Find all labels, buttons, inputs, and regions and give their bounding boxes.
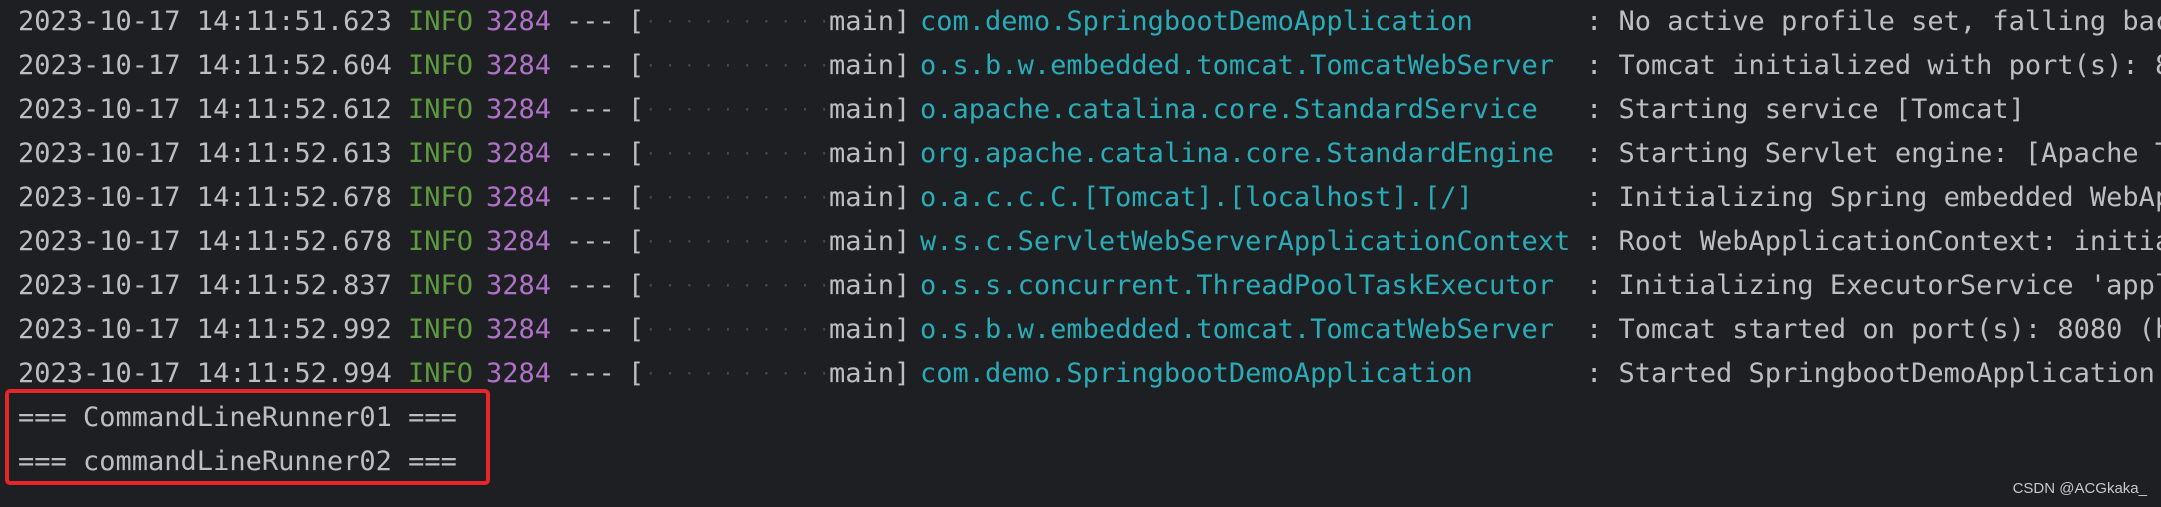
thread-padding: · · · · · · · · · · · · · · · — [646, 232, 829, 251]
thread-bracket-open: [ — [628, 50, 645, 81]
thread-bracket-close: ] — [894, 226, 911, 257]
log-timestamp: 2023-10-17 14:11:52.837 — [18, 270, 392, 301]
log-pid: 3284 — [486, 270, 552, 301]
log-line: 2023-10-17 14:11:52.613 INFO 3284 --- [· · ·… — [18, 132, 2161, 176]
highlight-box — [5, 389, 490, 485]
thread-padding: · · · · · · · · · · · · · · · — [646, 12, 829, 31]
log-thread: main — [829, 314, 895, 345]
thread-padding: · · · · · · · · · · · · · · · — [646, 364, 829, 383]
log-level: INFO — [408, 226, 474, 257]
log-pid: 3284 — [486, 50, 552, 81]
log-separator: --- — [566, 50, 615, 81]
thread-bracket-open: [ — [628, 314, 645, 345]
log-message: : Root WebApplicationContext: initia — [1586, 226, 2161, 257]
log-separator: --- — [566, 182, 615, 213]
log-level: INFO — [408, 182, 474, 213]
log-separator: --- — [566, 226, 615, 257]
log-thread: main — [829, 50, 895, 81]
log-pid: 3284 — [486, 226, 552, 257]
thread-padding: · · · · · · · · · · · · · · · — [646, 276, 829, 295]
log-thread: main — [829, 226, 895, 257]
thread-padding: · · · · · · · · · · · · · · · — [646, 100, 829, 119]
log-level: INFO — [408, 270, 474, 301]
thread-bracket-open: [ — [628, 6, 645, 37]
log-line: 2023-10-17 14:11:52.837 INFO 3284 --- [· · ·… — [18, 264, 2161, 308]
log-message: : Started SpringbootDemoApplication — [1586, 358, 2155, 389]
log-logger: org.apache.catalina.core.StandardEngine — [920, 138, 1554, 169]
thread-bracket-close: ] — [894, 182, 911, 213]
log-thread: main — [829, 182, 895, 213]
log-timestamp: 2023-10-17 14:11:52.604 — [18, 50, 392, 81]
thread-padding: · · · · · · · · · · · · · · · — [646, 320, 829, 339]
thread-bracket-open: [ — [628, 358, 645, 389]
thread-bracket-close: ] — [894, 358, 911, 389]
log-timestamp: 2023-10-17 14:11:52.613 — [18, 138, 392, 169]
thread-bracket-open: [ — [628, 94, 645, 125]
log-separator: --- — [566, 138, 615, 169]
log-message: : Starting service [Tomcat] — [1586, 94, 2025, 125]
thread-bracket-open: [ — [628, 226, 645, 257]
log-line: 2023-10-17 14:11:51.623 INFO 3284 --- [· · ·… — [18, 0, 2161, 44]
log-line: 2023-10-17 14:11:52.678 INFO 3284 --- [· · ·… — [18, 176, 2161, 220]
log-logger: w.s.c.ServletWebServerApplicationContext — [920, 226, 1571, 257]
log-timestamp: 2023-10-17 14:11:51.623 — [18, 6, 392, 37]
log-timestamp: 2023-10-17 14:11:52.678 — [18, 226, 392, 257]
log-message: : Starting Servlet engine: [Apache T — [1586, 138, 2161, 169]
thread-bracket-open: [ — [628, 138, 645, 169]
log-thread: main — [829, 358, 895, 389]
log-thread: main — [829, 270, 895, 301]
log-message: : Initializing Spring embedded WebAp — [1586, 182, 2161, 213]
log-pid: 3284 — [486, 94, 552, 125]
console-output: 2023-10-17 14:11:51.623 INFO 3284 ---[· · ·… — [0, 0, 2161, 507]
thread-bracket-close: ] — [894, 270, 911, 301]
log-separator: --- — [566, 94, 615, 125]
log-pid: 3284 — [486, 314, 552, 345]
log-pid: 3284 — [486, 182, 552, 213]
log-pid: 3284 — [486, 138, 552, 169]
thread-bracket-open: [ — [628, 270, 645, 301]
log-timestamp: 2023-10-17 14:11:52.678 — [18, 182, 392, 213]
thread-padding: · · · · · · · · · · · · · · · — [646, 188, 829, 207]
log-level: INFO — [408, 94, 474, 125]
log-line: 2023-10-17 14:11:52.612 INFO 3284 --- [· · ·… — [18, 88, 2025, 132]
log-thread: main — [829, 94, 895, 125]
thread-bracket-close: ] — [894, 50, 911, 81]
log-thread: main — [829, 6, 895, 37]
log-level: INFO — [408, 138, 474, 169]
log-message: : Tomcat started on port(s): 8080 (h — [1586, 314, 2161, 345]
thread-bracket-open: [ — [628, 182, 645, 213]
log-separator: --- — [566, 6, 615, 37]
log-level: INFO — [408, 50, 474, 81]
log-pid: 3284 — [486, 6, 552, 37]
log-logger: o.a.c.c.C.[Tomcat].[localhost].[/] — [920, 182, 1473, 213]
log-line: 2023-10-17 14:11:52.992 INFO 3284 --- [· · ·… — [18, 308, 2161, 352]
thread-padding: · · · · · · · · · · · · · · · — [646, 56, 829, 75]
log-message: : Tomcat initialized with port(s): 8 — [1586, 50, 2161, 81]
thread-bracket-close: ] — [894, 138, 911, 169]
thread-bracket-close: ] — [894, 314, 911, 345]
log-level: INFO — [408, 314, 474, 345]
log-logger: o.s.b.w.embedded.tomcat.TomcatWebServer — [920, 50, 1554, 81]
thread-bracket-close: ] — [894, 6, 911, 37]
log-separator: --- — [566, 314, 615, 345]
log-pid: 3284 — [486, 358, 552, 389]
log-message: : Initializing ExecutorService 'appl — [1586, 270, 2161, 301]
thread-bracket-close: ] — [894, 94, 911, 125]
log-timestamp: 2023-10-17 14:11:52.612 — [18, 94, 392, 125]
log-timestamp: 2023-10-17 14:11:52.992 — [18, 314, 392, 345]
log-logger: o.s.b.w.embedded.tomcat.TomcatWebServer — [920, 314, 1554, 345]
log-logger: com.demo.SpringbootDemoApplication — [920, 358, 1473, 389]
log-thread: main — [829, 138, 895, 169]
log-message: : No active profile set, falling bac — [1586, 6, 2161, 37]
log-separator: --- — [566, 270, 615, 301]
log-logger: com.demo.SpringbootDemoApplication — [920, 6, 1473, 37]
watermark: CSDN @ACGkaka_ — [2012, 480, 2147, 497]
log-line: 2023-10-17 14:11:52.604 INFO 3284 --- [· · ·… — [18, 44, 2161, 88]
thread-padding: · · · · · · · · · · · · · · · — [646, 144, 829, 163]
log-separator: --- — [566, 358, 615, 389]
log-logger: o.apache.catalina.core.StandardService — [920, 94, 1538, 125]
log-level: INFO — [408, 6, 474, 37]
log-line: 2023-10-17 14:11:52.678 INFO 3284 --- [· · ·… — [18, 220, 2161, 264]
log-logger: o.s.s.concurrent.ThreadPoolTaskExecutor — [920, 270, 1554, 301]
